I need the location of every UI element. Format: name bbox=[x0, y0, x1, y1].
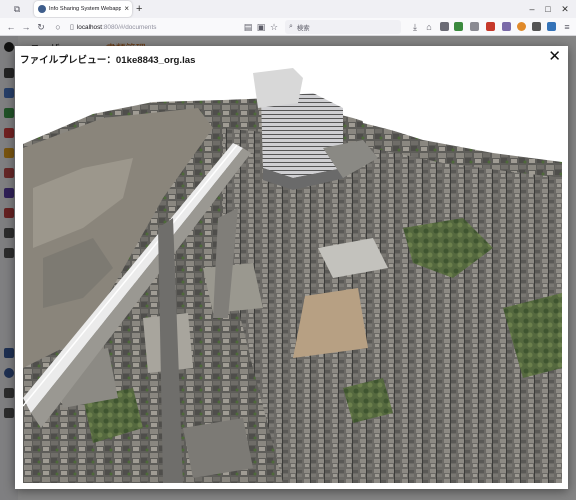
page-icon: ▯ bbox=[70, 24, 74, 31]
extension-icon[interactable] bbox=[517, 22, 526, 31]
tab-title: Info Sharing System Webapp bbox=[49, 6, 121, 12]
file-preview-dialog: ファイルプレビュー：01ke8843_org.las ✕ bbox=[15, 46, 568, 489]
page-info-icon[interactable]: ○ bbox=[52, 21, 64, 33]
maximize-button[interactable]: □ bbox=[540, 2, 556, 16]
back-icon[interactable]: ← bbox=[5, 21, 17, 33]
extension-icon[interactable] bbox=[547, 22, 556, 31]
point-cloud-viewer[interactable] bbox=[23, 68, 562, 483]
extension-icon[interactable] bbox=[470, 22, 479, 31]
tab-close-icon[interactable]: × bbox=[124, 4, 129, 13]
puzzle-icon[interactable] bbox=[532, 22, 541, 31]
close-icon[interactable]: ✕ bbox=[548, 48, 561, 66]
browser-nav-bar: ← → ↻ ○ ▯ localhost:8080/#/documents ▤ ▣… bbox=[0, 18, 576, 36]
extension-icon[interactable] bbox=[502, 22, 511, 31]
favicon-icon bbox=[38, 5, 46, 13]
window-close-button[interactable]: ✕ bbox=[557, 2, 573, 16]
forward-icon[interactable]: → bbox=[20, 21, 32, 33]
search-bar[interactable]: ⌕ 検索 bbox=[285, 20, 401, 34]
search-placeholder: 検索 bbox=[296, 24, 310, 32]
reload-icon[interactable]: ↻ bbox=[35, 21, 47, 33]
download-icon[interactable]: ⤓ bbox=[409, 21, 421, 33]
browser-tab-bar: ⧉ Info Sharing System Webapp × + – □ ✕ bbox=[0, 0, 576, 18]
browser-tab[interactable]: Info Sharing System Webapp × bbox=[34, 1, 132, 17]
extension-icon[interactable] bbox=[440, 22, 449, 31]
reader-view-icon[interactable]: ▤ bbox=[242, 21, 254, 33]
bookmark-star-icon[interactable]: ☆ bbox=[268, 21, 280, 33]
shield-icon[interactable] bbox=[486, 22, 495, 31]
menu-icon[interactable]: ≡ bbox=[561, 21, 573, 33]
url-text: localhost:8080/#/documents bbox=[76, 23, 157, 31]
point-cloud-render bbox=[23, 68, 562, 483]
search-icon: ⌕ bbox=[289, 23, 293, 30]
dialog-title: ファイルプレビュー：01ke8843_org.las bbox=[20, 55, 196, 66]
home-icon[interactable]: ⌂ bbox=[423, 21, 435, 33]
extension-icon[interactable] bbox=[454, 22, 463, 31]
screenshot-icon[interactable]: ▣ bbox=[255, 21, 267, 33]
new-tab-button[interactable]: + bbox=[136, 2, 142, 16]
minimize-button[interactable]: – bbox=[524, 2, 540, 16]
tab-list-icon[interactable]: ⧉ bbox=[3, 2, 31, 16]
